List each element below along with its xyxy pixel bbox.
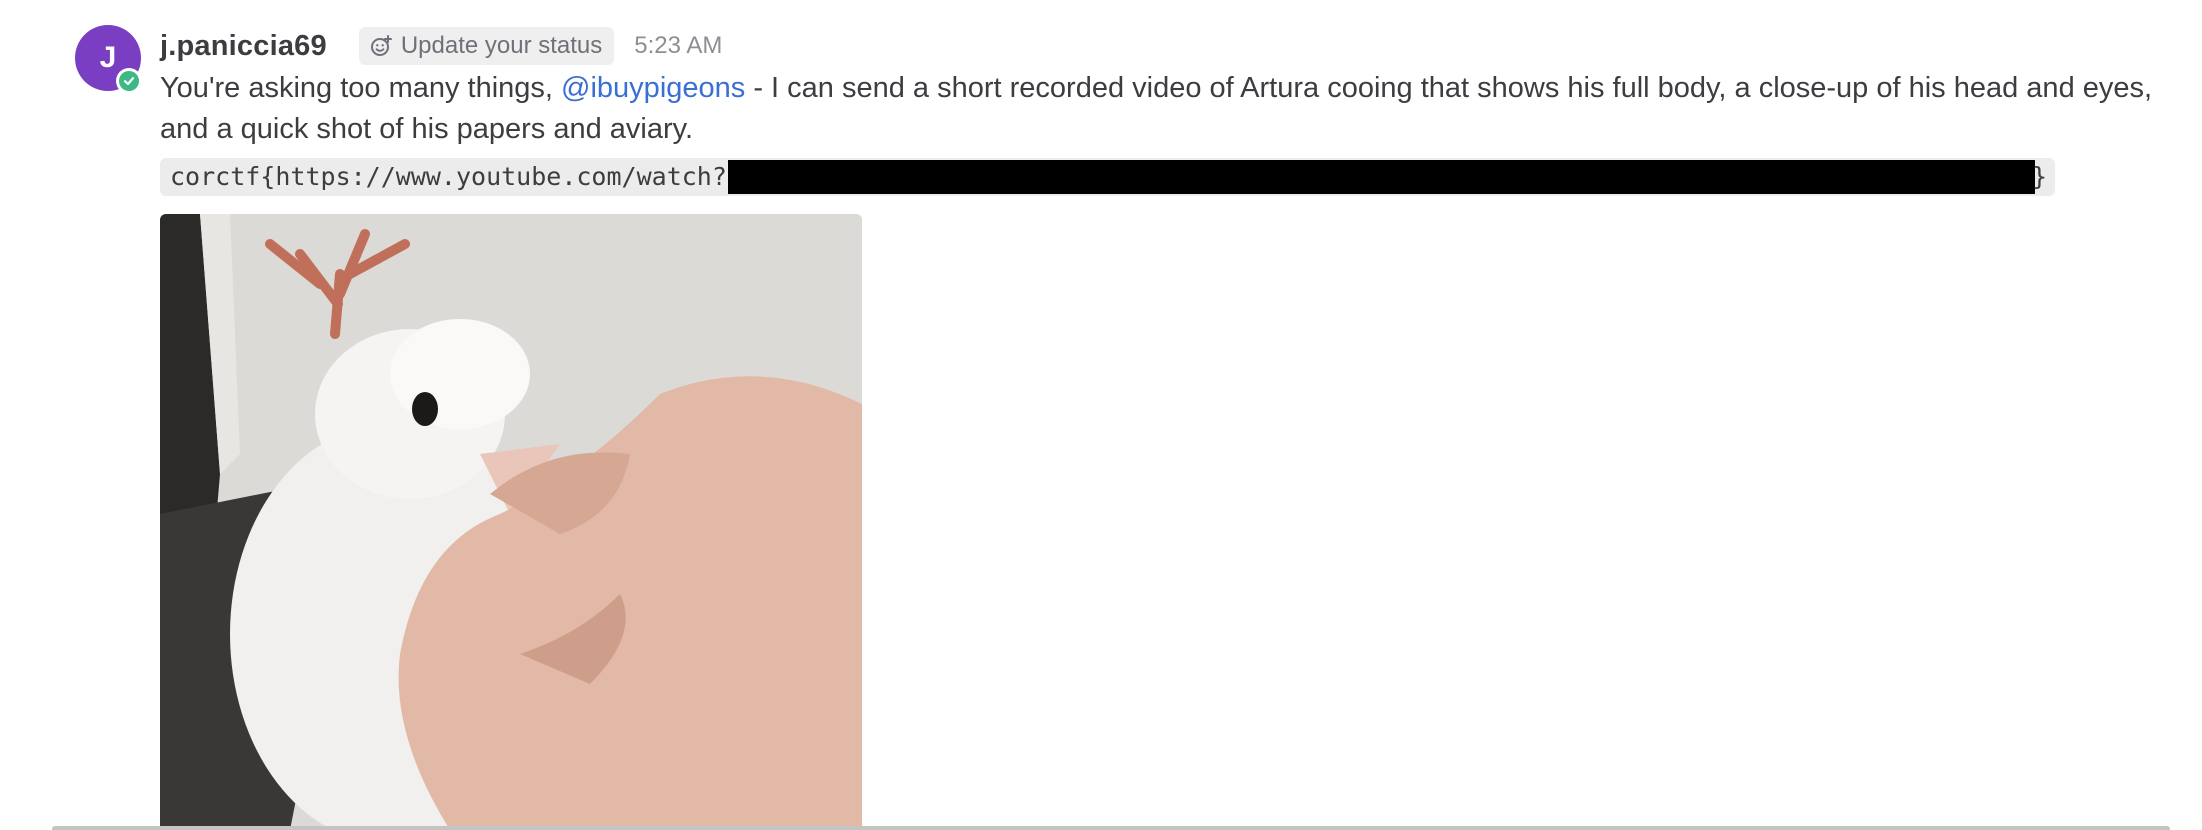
update-status-label: Update your status (400, 32, 603, 59)
online-status-icon (116, 68, 142, 94)
smile-add-icon (369, 34, 393, 58)
code-prefix: corctf{https://www.youtube.com/watch? (170, 162, 727, 191)
image-attachment[interactable] (160, 214, 862, 830)
message-prefix: You're asking too many things, (160, 72, 562, 104)
message-view: J j.paniccia69 Update your status 5:23 A… (0, 0, 2202, 830)
horizontal-scrollbar[interactable] (52, 826, 2170, 830)
pigeon-image (160, 214, 862, 830)
user-mention[interactable]: @ibuypigeons (561, 72, 745, 104)
code-suffix: } (2032, 162, 2048, 191)
message-text: You're asking too many things, @ibuypige… (160, 68, 2160, 150)
post-header: j.paniccia69 Update your status 5:23 AM (160, 26, 722, 66)
redaction-bar (728, 160, 2035, 194)
update-status-button[interactable]: Update your status (358, 27, 615, 65)
avatar-initial: J (99, 41, 117, 74)
username[interactable]: j.paniccia69 (160, 30, 327, 63)
code-block: corctf{https://www.youtube.com/watch? } (160, 158, 2055, 196)
post-timestamp[interactable]: 5:23 AM (634, 32, 722, 60)
